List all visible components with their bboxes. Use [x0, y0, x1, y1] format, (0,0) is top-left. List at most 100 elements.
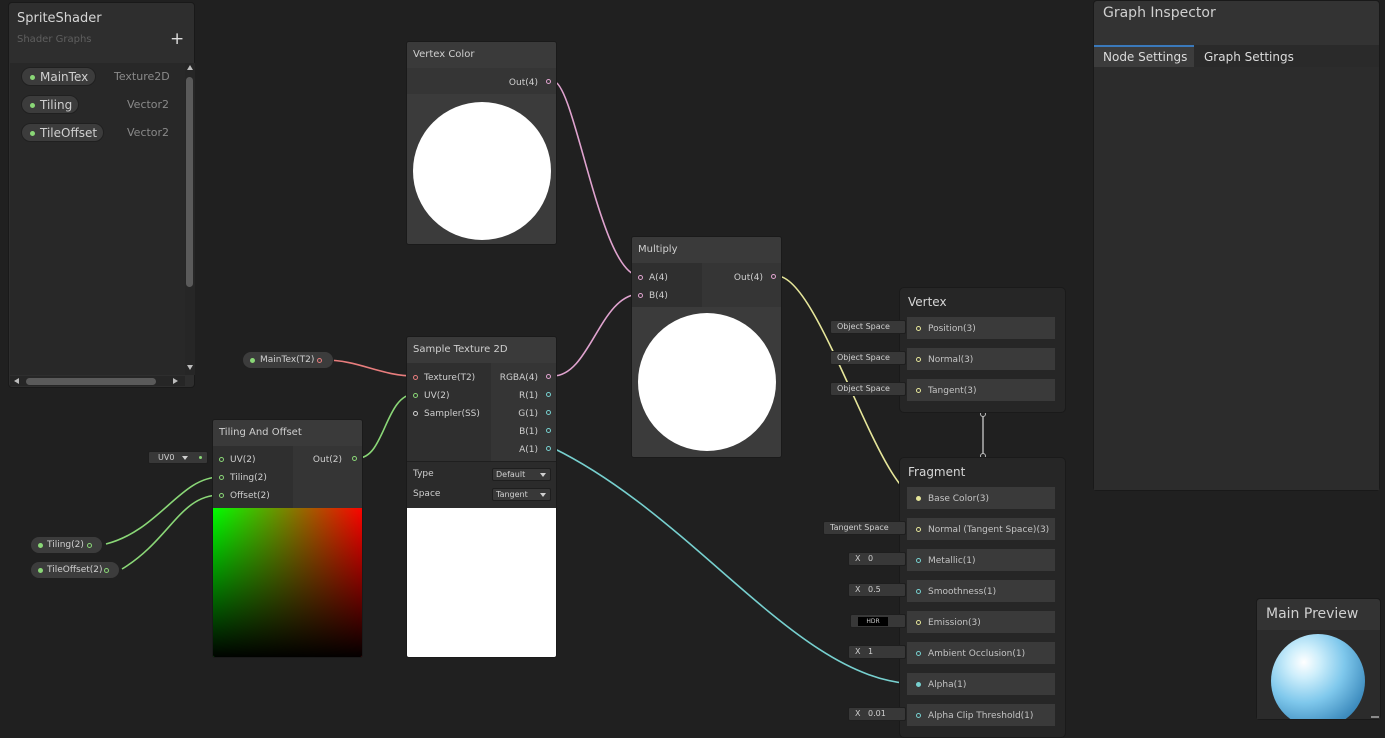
input-port-icon[interactable] [916, 357, 921, 362]
preview-circle [413, 102, 551, 240]
sample-texture-2d-node[interactable]: Sample Texture 2D Texture(T2) UV(2) Samp… [406, 336, 557, 658]
multiply-node[interactable]: Multiply A(4) B(4) Out(4) [631, 236, 782, 458]
port-label: A(4) [649, 273, 668, 283]
x-label: X [855, 585, 861, 594]
output-port-icon[interactable] [546, 392, 551, 397]
type-dropdown[interactable]: Default [492, 468, 551, 481]
input-port-icon[interactable] [916, 651, 921, 656]
input-port-icon[interactable] [219, 457, 224, 462]
context-title: Fragment [908, 465, 966, 479]
output-port-icon[interactable] [317, 358, 322, 363]
input-port-icon[interactable] [638, 275, 643, 280]
input-port-icon[interactable] [413, 393, 418, 398]
tab-node-settings[interactable]: Node Settings [1094, 45, 1194, 67]
emission-block[interactable]: Emission(3) [906, 610, 1056, 634]
alpha-block[interactable]: Alpha(1) [906, 672, 1056, 696]
output-port-icon[interactable] [546, 374, 551, 379]
normal-space-field[interactable]: Object Space [830, 351, 906, 365]
maintex-property-node[interactable]: MainTex(T2) [242, 351, 334, 369]
input-port-icon[interactable] [916, 713, 921, 718]
property-tileoffset[interactable]: TileOffset [21, 123, 104, 142]
block-label: Alpha Clip Threshold(1) [928, 711, 1034, 721]
output-port-icon[interactable] [352, 456, 357, 461]
port-label: Out(4) [733, 273, 763, 283]
block-label: Alpha(1) [928, 680, 967, 690]
input-port-icon[interactable] [219, 475, 224, 480]
input-port-icon[interactable] [916, 326, 921, 331]
base-color-block[interactable]: Base Color(3) [906, 486, 1056, 510]
tangent-space-field[interactable]: Object Space [830, 382, 906, 396]
output-port-icon[interactable] [546, 428, 551, 433]
x-label: X [855, 709, 861, 718]
scroll-right-icon[interactable] [173, 378, 178, 384]
preview-sphere[interactable] [1271, 634, 1365, 719]
port-label: Out(2) [312, 455, 342, 465]
property-name: MainTex [40, 70, 89, 84]
block-label: Base Color(3) [928, 494, 990, 504]
scroll-up-icon[interactable] [187, 65, 193, 70]
scroll-thumb[interactable] [186, 77, 193, 287]
tiling-property-node[interactable]: Tiling(2) [30, 536, 103, 554]
ambient-occlusion-field[interactable]: X 1 [848, 645, 906, 659]
input-port-icon[interactable] [916, 527, 921, 532]
smoothness-value: 0.5 [868, 585, 881, 594]
alpha-clip-block[interactable]: Alpha Clip Threshold(1) [906, 703, 1056, 727]
smoothness-block[interactable]: Smoothness(1) [906, 579, 1056, 603]
input-port-icon[interactable] [916, 589, 921, 594]
resize-handle-icon[interactable] [1371, 716, 1379, 718]
fragment-context[interactable]: Fragment Base Color(3) Normal (Tangent S… [899, 457, 1066, 738]
scroll-thumb-horizontal[interactable] [26, 378, 156, 385]
scroll-down-icon[interactable] [187, 365, 193, 370]
main-preview-panel: Main Preview [1256, 598, 1381, 720]
property-node-label: MainTex(T2) [260, 355, 315, 365]
input-port-icon[interactable] [219, 493, 224, 498]
space-dropdown[interactable]: Tangent [492, 488, 551, 501]
tiling-and-offset-node[interactable]: Tiling And Offset UV(2) Tiling(2) Offset… [212, 419, 363, 658]
wire-tileoffset-prop [121, 494, 221, 570]
input-port-icon[interactable] [916, 682, 921, 687]
input-port-icon[interactable] [916, 388, 921, 393]
tileoffset-property-node[interactable]: TileOffset(2) [30, 561, 120, 579]
input-port-icon[interactable] [916, 496, 921, 501]
chevron-down-icon [540, 473, 546, 477]
vertex-context[interactable]: Vertex Position(3) Normal(3) Tangent(3) [899, 287, 1066, 413]
output-port-icon[interactable] [546, 446, 551, 451]
input-port-icon[interactable] [638, 293, 643, 298]
add-property-button[interactable]: + [170, 29, 184, 49]
property-tiling[interactable]: Tiling [21, 95, 79, 114]
input-port-icon[interactable] [413, 411, 418, 416]
normal-space-field[interactable]: Tangent Space [823, 521, 906, 535]
horizontal-scrollbar[interactable] [10, 376, 185, 386]
normal-ts-block[interactable]: Normal (Tangent Space)(3) [906, 517, 1056, 541]
position-space-field[interactable]: Object Space [830, 320, 906, 334]
output-port-icon[interactable] [87, 543, 92, 548]
alpha-clip-value: 0.01 [868, 709, 886, 718]
port-label: Out(4) [508, 78, 538, 88]
alpha-clip-field[interactable]: X 0.01 [848, 707, 906, 721]
uv-channel-dropdown[interactable]: UV0 [148, 451, 208, 464]
metallic-field[interactable]: X 0 [848, 552, 906, 566]
metallic-block[interactable]: Metallic(1) [906, 548, 1056, 572]
vertex-normal-block[interactable]: Normal(3) [906, 347, 1056, 371]
smoothness-field[interactable]: X 0.5 [848, 583, 906, 597]
port-label: Offset(2) [230, 491, 270, 501]
output-port-icon[interactable] [546, 410, 551, 415]
vertex-tangent-block[interactable]: Tangent(3) [906, 378, 1056, 402]
input-port-icon[interactable] [413, 375, 418, 380]
preview-circle [638, 313, 776, 451]
output-port-icon[interactable] [771, 274, 776, 279]
vertex-position-block[interactable]: Position(3) [906, 316, 1056, 340]
property-maintex[interactable]: MainTex [21, 67, 96, 86]
emission-color-field[interactable]: HDR [850, 614, 906, 628]
tab-label: Node Settings [1103, 50, 1188, 64]
output-port-icon[interactable] [104, 568, 109, 573]
vertex-color-node[interactable]: Vertex Color Out(4) [406, 41, 557, 245]
input-port-icon[interactable] [916, 558, 921, 563]
property-type: Vector2 [127, 126, 170, 139]
tab-graph-settings[interactable]: Graph Settings [1194, 45, 1304, 67]
output-port-icon[interactable] [546, 79, 551, 84]
input-port-icon[interactable] [916, 620, 921, 625]
scroll-left-icon[interactable] [14, 378, 19, 384]
vertical-scrollbar[interactable] [185, 63, 195, 375]
ambient-occlusion-block[interactable]: Ambient Occlusion(1) [906, 641, 1056, 665]
